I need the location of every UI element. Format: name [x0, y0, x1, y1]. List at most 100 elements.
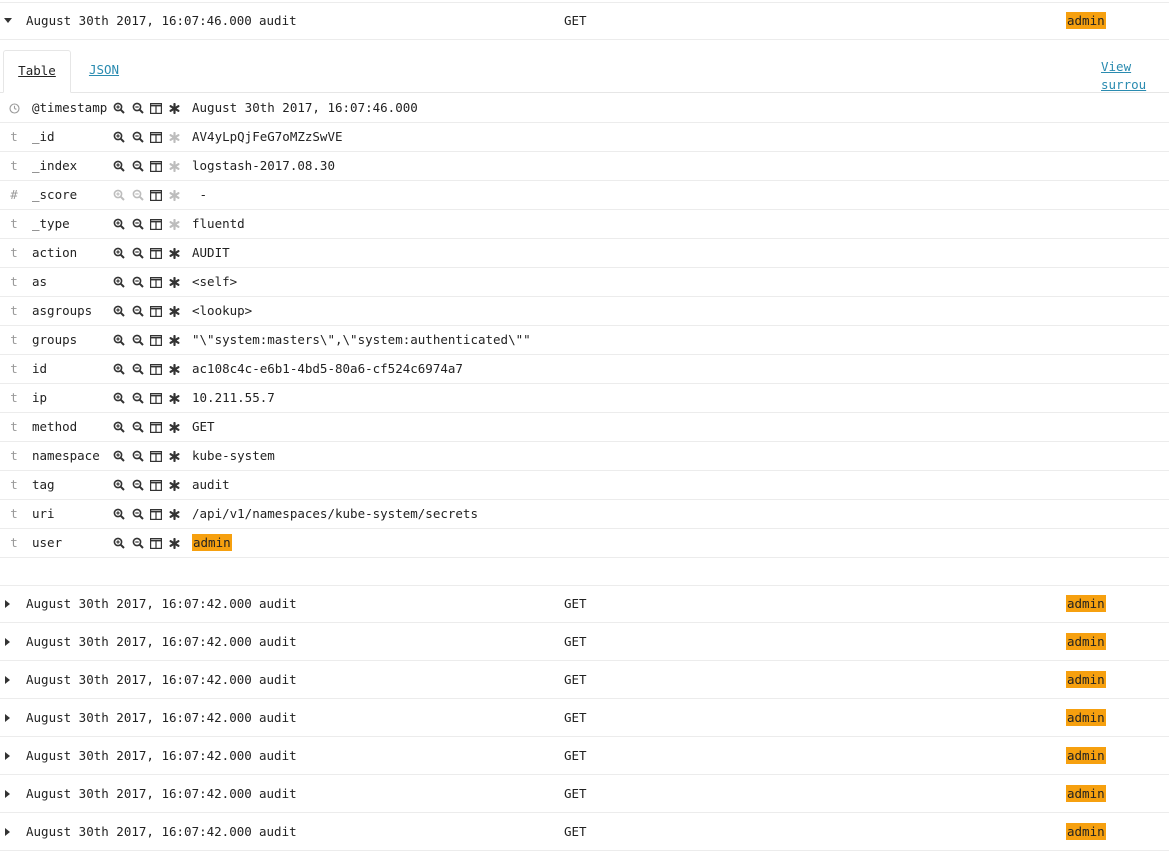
filter-out-value-icon[interactable] — [132, 362, 151, 376]
filter-exists-icon[interactable] — [169, 275, 188, 289]
doc-row[interactable]: August 30th 2017, 16:07:42.000 audit GET ad… — [0, 699, 1169, 737]
toggle-column-icon[interactable] — [150, 333, 169, 347]
toggle-column-icon[interactable] — [150, 420, 169, 434]
filter-exists-icon[interactable] — [169, 362, 188, 376]
row-user-highlight: admin — [1066, 709, 1106, 726]
toggle-column-icon[interactable] — [150, 362, 169, 376]
filter-for-value-icon[interactable] — [113, 478, 132, 492]
toggle-column-icon[interactable] — [150, 391, 169, 405]
field-value: audit — [192, 477, 230, 492]
filter-exists-icon[interactable] — [169, 101, 188, 115]
doc-row[interactable]: August 30th 2017, 16:07:42.000 audit GET ad… — [0, 661, 1169, 699]
field-actions — [113, 355, 187, 383]
filter-out-value-icon[interactable] — [132, 536, 151, 550]
toggle-column-icon[interactable] — [150, 536, 169, 550]
field-row: t _index logstash-2017.08.30 — [0, 152, 1169, 181]
filter-for-value-icon[interactable] — [113, 188, 132, 202]
filter-out-value-icon[interactable] — [132, 188, 151, 202]
filter-for-value-icon[interactable] — [113, 507, 132, 521]
filter-for-value-icon[interactable] — [113, 333, 132, 347]
filter-for-value-icon[interactable] — [113, 275, 132, 289]
filter-for-value-icon[interactable] — [113, 391, 132, 405]
toggle-column-icon[interactable] — [150, 217, 169, 231]
filter-out-value-icon[interactable] — [132, 507, 151, 521]
doc-row[interactable]: August 30th 2017, 16:07:42.000 audit GET ad… — [0, 585, 1169, 623]
toggle-column-icon[interactable] — [150, 304, 169, 318]
filter-out-value-icon[interactable] — [132, 217, 151, 231]
filter-exists-icon[interactable] — [169, 507, 188, 521]
filter-for-value-icon[interactable] — [113, 362, 132, 376]
filter-exists-icon[interactable] — [169, 188, 188, 202]
field-actions — [113, 94, 187, 122]
filter-for-value-icon[interactable] — [113, 246, 132, 260]
toggle-column-icon[interactable] — [150, 449, 169, 463]
caret-right-icon[interactable] — [2, 585, 14, 623]
field-row: @timestamp August 30th 2017, 16:07:46.000 — [0, 94, 1169, 123]
row-user-cell: admin — [1066, 2, 1106, 40]
toggle-column-icon[interactable] — [150, 101, 169, 115]
filter-out-value-icon[interactable] — [132, 449, 151, 463]
filter-out-value-icon[interactable] — [132, 130, 151, 144]
field-actions — [113, 152, 187, 180]
field-type-label: t — [10, 303, 18, 318]
filter-exists-icon[interactable] — [169, 130, 188, 144]
tab-table[interactable]: Table — [3, 50, 71, 93]
filter-exists-icon[interactable] — [169, 478, 188, 492]
filter-for-value-icon[interactable] — [113, 536, 132, 550]
filter-exists-icon[interactable] — [169, 246, 188, 260]
field-row: t user admin — [0, 529, 1169, 558]
toggle-column-icon[interactable] — [150, 130, 169, 144]
filter-out-value-icon[interactable] — [132, 333, 151, 347]
tab-json[interactable]: JSON — [84, 50, 124, 93]
toggle-column-icon[interactable] — [150, 246, 169, 260]
doc-row[interactable]: August 30th 2017, 16:07:42.000 audit GET ad… — [0, 737, 1169, 775]
filter-out-value-icon[interactable] — [132, 101, 151, 115]
row-user-cell: admin — [1066, 623, 1106, 661]
filter-exists-icon[interactable] — [169, 391, 188, 405]
row-tag: audit — [259, 710, 297, 725]
filter-for-value-icon[interactable] — [113, 449, 132, 463]
filter-exists-icon[interactable] — [169, 304, 188, 318]
filter-for-value-icon[interactable] — [113, 130, 132, 144]
filter-for-value-icon[interactable] — [113, 304, 132, 318]
field-type-icon: t — [6, 384, 22, 412]
doc-row[interactable]: August 30th 2017, 16:07:42.000 audit GET ad… — [0, 623, 1169, 661]
filter-out-value-icon[interactable] — [132, 420, 151, 434]
field-row: t groups "\"system:masters\",\"system:auth… — [0, 326, 1169, 355]
toggle-column-icon[interactable] — [150, 507, 169, 521]
doc-row[interactable]: August 30th 2017, 16:07:42.000 audit GET ad… — [0, 813, 1169, 851]
filter-for-value-icon[interactable] — [113, 159, 132, 173]
filter-for-value-icon[interactable] — [113, 101, 132, 115]
field-row: t _id AV4yLpQjFeG7oMZzSwVE — [0, 123, 1169, 152]
filter-for-value-icon[interactable] — [113, 420, 132, 434]
filter-out-value-icon[interactable] — [132, 304, 151, 318]
filter-out-value-icon[interactable] — [132, 391, 151, 405]
doc-row[interactable]: August 30th 2017, 16:07:42.000 audit GET ad… — [0, 775, 1169, 813]
filter-out-value-icon[interactable] — [132, 275, 151, 289]
field-actions — [113, 297, 187, 325]
caret-right-icon[interactable] — [2, 813, 14, 851]
view-surrounding-link[interactable]: View surrou — [1101, 58, 1169, 94]
toggle-column-icon[interactable] — [150, 478, 169, 492]
filter-out-value-icon[interactable] — [132, 478, 151, 492]
doc-row-expanded[interactable]: August 30th 2017, 16:07:46.000 audit GET… — [0, 2, 1169, 40]
filter-for-value-icon[interactable] — [113, 217, 132, 231]
caret-right-icon[interactable] — [2, 661, 14, 699]
caret-right-icon[interactable] — [2, 737, 14, 775]
filter-exists-icon[interactable] — [169, 217, 188, 231]
toggle-column-icon[interactable] — [150, 275, 169, 289]
filter-out-value-icon[interactable] — [132, 159, 151, 173]
toggle-column-icon[interactable] — [150, 188, 169, 202]
caret-right-icon[interactable] — [2, 775, 14, 813]
filter-exists-icon[interactable] — [169, 536, 188, 550]
filter-exists-icon[interactable] — [169, 449, 188, 463]
row-tag: audit — [259, 634, 297, 649]
caret-right-icon[interactable] — [2, 699, 14, 737]
filter-out-value-icon[interactable] — [132, 246, 151, 260]
filter-exists-icon[interactable] — [169, 420, 188, 434]
toggle-column-icon[interactable] — [150, 159, 169, 173]
filter-exists-icon[interactable] — [169, 159, 188, 173]
caret-right-icon[interactable] — [2, 623, 14, 661]
filter-exists-icon[interactable] — [169, 333, 188, 347]
caret-down-icon[interactable] — [2, 2, 14, 40]
